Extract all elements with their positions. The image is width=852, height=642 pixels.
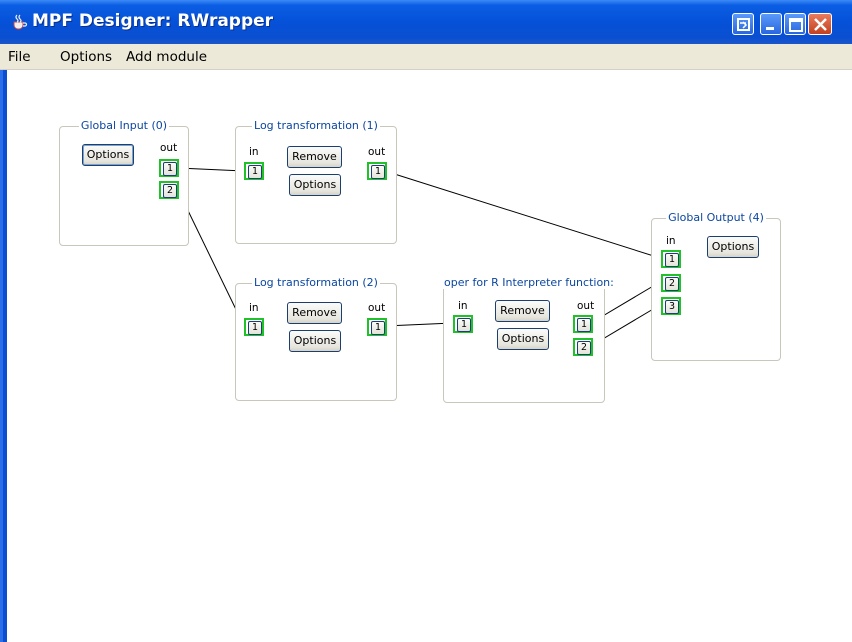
options-button[interactable]: Options: [497, 328, 549, 350]
input-port-1[interactable]: 1: [244, 318, 264, 336]
module-title: Log transformation (2): [252, 276, 380, 289]
module-r-wrapper[interactable]: oper for R Interpreter function: in 1 Re…: [442, 276, 616, 403]
input-port-1[interactable]: 1: [244, 162, 264, 180]
output-port-2[interactable]: 2: [159, 181, 179, 199]
in-label: in: [249, 302, 259, 314]
options-button[interactable]: Options: [289, 174, 341, 196]
module-global-input[interactable]: Global Input (0) Options out 1 2: [59, 119, 189, 246]
options-button[interactable]: Options: [82, 144, 134, 166]
in-label: in: [249, 146, 259, 158]
in-label: in: [666, 235, 676, 247]
module-title: oper for R Interpreter function:: [442, 276, 616, 289]
module-log-transformation-2[interactable]: Log transformation (2) in 1 Remove Optio…: [235, 276, 397, 401]
output-port-1[interactable]: 1: [159, 159, 179, 177]
out-label: out: [368, 146, 386, 158]
out-label: out: [160, 142, 178, 154]
module-global-output[interactable]: Global Output (4) in Options 1 2 3: [651, 211, 781, 361]
input-port-1[interactable]: 1: [453, 315, 473, 333]
out-label: out: [577, 300, 595, 312]
module-log-transformation-1[interactable]: Log transformation (1) in 1 Remove Optio…: [235, 119, 397, 244]
module-title: Global Output (4): [666, 211, 766, 224]
output-port-1[interactable]: 1: [367, 162, 387, 180]
output-port-2[interactable]: 2: [573, 338, 593, 356]
output-port-1[interactable]: 1: [367, 318, 387, 336]
output-port-1[interactable]: 1: [573, 315, 593, 333]
in-label: in: [458, 300, 468, 312]
options-button[interactable]: Options: [289, 330, 341, 352]
options-button[interactable]: Options: [707, 236, 759, 258]
module-title: Log transformation (1): [252, 119, 380, 132]
remove-button[interactable]: Remove: [287, 302, 342, 324]
input-port-1[interactable]: 1: [661, 250, 681, 268]
out-label: out: [368, 302, 386, 314]
wire-log1-output1: [384, 170, 661, 259]
remove-button[interactable]: Remove: [495, 300, 550, 322]
module-title: Global Input (0): [78, 119, 170, 132]
remove-button[interactable]: Remove: [287, 146, 342, 168]
input-port-2[interactable]: 2: [661, 274, 681, 292]
input-port-3[interactable]: 3: [661, 297, 681, 315]
